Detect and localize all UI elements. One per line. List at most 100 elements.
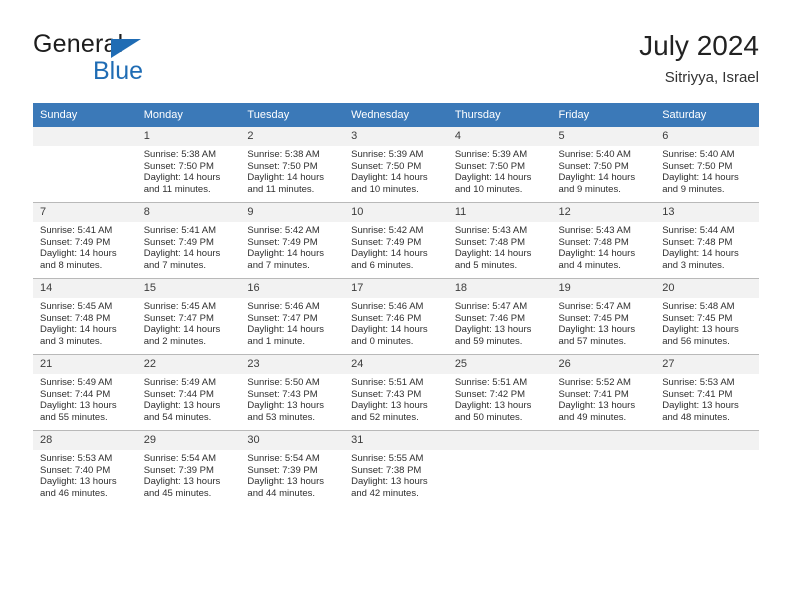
day-details: Sunrise: 5:39 AM Sunset: 7:50 PM Daylight:… [448,146,552,195]
day-cell-inner: 14 Sunrise: 5:45 AM Sunset: 7:48 PM Dayligh… [33,279,137,354]
calendar-day-cell[interactable]: 14 Sunrise: 5:45 AM Sunset: 7:48 PM Dayligh… [33,278,137,355]
sunrise-time: Sunrise: 5:41 AM [143,225,217,236]
sunrise-time: Sunrise: 5:52 AM [558,377,631,388]
day-cell-inner: 10 Sunrise: 5:42 AM Sunset: 7:49 PM Dayligh… [344,203,448,278]
daylight-duration-line2: and 44 minutes. [247,487,316,499]
daylight-duration-line1: Daylight: 13 hours [454,324,532,336]
day-number: 7 [33,203,137,222]
calendar-day-cell[interactable]: 1 Sunrise: 5:38 AM Sunset: 7:50 PM Daylight… [136,127,241,203]
calendar-day-cell[interactable]: 22 Sunrise: 5:49 AM Sunset: 7:44 PM Dayligh… [136,354,241,431]
day-details: Sunrise: 5:38 AM Sunset: 7:50 PM Daylight:… [240,146,344,195]
sunrise-time: Sunrise: 5:42 AM [247,225,320,236]
day-cell-inner: 13 Sunrise: 5:44 AM Sunset: 7:48 PM Dayligh… [655,203,759,278]
calendar-day-cell[interactable]: 25 Sunrise: 5:51 AM Sunset: 7:42 PM Dayligh… [447,354,552,431]
day-cell-inner: 22 Sunrise: 5:49 AM Sunset: 7:44 PM Dayligh… [136,355,241,430]
sunset-time: Sunset: 7:50 PM [662,160,733,172]
calendar-day-cell[interactable]: 8 Sunrise: 5:41 AM Sunset: 7:49 PM Daylight… [136,202,241,279]
sunset-time: Sunset: 7:41 PM [558,388,629,400]
day-cell-inner: 23 Sunrise: 5:50 AM Sunset: 7:43 PM Dayligh… [240,355,345,430]
daylight-duration-line1: Daylight: 14 hours [558,172,636,184]
weekday-header-saturday: Saturday [655,103,759,127]
sunset-time: Sunset: 7:49 PM [247,236,318,248]
sunrise-time: Sunrise: 5:55 AM [351,453,424,464]
daylight-duration-line1: Daylight: 14 hours [247,324,324,336]
sunrise-time: Sunrise: 5:47 AM [558,301,631,312]
calendar-cell-empty [447,430,552,506]
sunrise-time: Sunrise: 5:54 AM [247,453,320,464]
calendar-day-cell[interactable]: 2 Sunrise: 5:38 AM Sunset: 7:50 PM Daylight… [240,127,345,203]
daylight-duration-line2: and 50 minutes. [454,411,523,423]
calendar-day-cell[interactable]: 4 Sunrise: 5:39 AM Sunset: 7:50 PM Daylight… [447,127,552,203]
day-details: Sunrise: 5:41 AM Sunset: 7:49 PM Daylight:… [137,222,241,271]
calendar-day-cell[interactable]: 19 Sunrise: 5:47 AM Sunset: 7:45 PM Dayligh… [551,278,656,355]
calendar-day-cell[interactable]: 28 Sunrise: 5:53 AM Sunset: 7:40 PM Dayligh… [33,430,137,506]
calendar-day-cell[interactable]: 9 Sunrise: 5:42 AM Sunset: 7:49 PM Daylight… [240,202,345,279]
sunset-time: Sunset: 7:42 PM [454,388,526,400]
weekday-header-tuesday: Tuesday [240,103,345,127]
calendar-day-cell[interactable]: 10 Sunrise: 5:42 AM Sunset: 7:49 PM Dayligh… [344,202,448,279]
sunrise-time: Sunrise: 5:48 AM [662,301,735,312]
daylight-duration-line1: Daylight: 14 hours [558,248,636,260]
daylight-duration-line2: and 3 minutes. [662,259,725,271]
day-cell-inner: 5 Sunrise: 5:40 AM Sunset: 7:50 PM Daylight… [551,127,656,202]
calendar-day-cell[interactable]: 13 Sunrise: 5:44 AM Sunset: 7:48 PM Dayligh… [655,202,759,279]
calendar-day-cell[interactable]: 6 Sunrise: 5:40 AM Sunset: 7:50 PM Daylight… [655,127,759,203]
sunrise-time: Sunrise: 5:43 AM [454,225,528,236]
daylight-duration-line1: Daylight: 13 hours [558,324,636,336]
day-number: 26 [551,355,656,374]
day-cell-inner [33,127,137,202]
day-cell-inner: 20 Sunrise: 5:48 AM Sunset: 7:45 PM Dayligh… [655,279,759,354]
sunset-time: Sunset: 7:50 PM [351,160,422,172]
generalblue-logo[interactable]: General Blue [33,30,293,94]
calendar-day-cell[interactable]: 30 Sunrise: 5:54 AM Sunset: 7:39 PM Dayligh… [240,430,345,506]
daylight-duration-line2: and 48 minutes. [662,411,730,423]
calendar-day-cell[interactable]: 11 Sunrise: 5:43 AM Sunset: 7:48 PM Dayligh… [447,202,552,279]
daylight-duration-line2: and 10 minutes. [351,183,419,195]
sunset-time: Sunset: 7:49 PM [40,236,111,248]
day-cell-inner: 15 Sunrise: 5:45 AM Sunset: 7:47 PM Dayligh… [136,279,241,354]
calendar-week-row: 1 Sunrise: 5:38 AM Sunset: 7:50 PM Daylight… [33,127,759,203]
calendar-day-cell[interactable]: 12 Sunrise: 5:43 AM Sunset: 7:48 PM Dayligh… [551,202,656,279]
daylight-duration-line2: and 7 minutes. [143,259,207,271]
day-number: 2 [240,127,345,146]
calendar-day-cell[interactable]: 27 Sunrise: 5:53 AM Sunset: 7:41 PM Dayligh… [655,354,759,431]
day-number: 1 [136,127,241,146]
sunset-time: Sunset: 7:44 PM [40,388,111,400]
sunset-time: Sunset: 7:45 PM [558,312,629,324]
calendar-day-cell[interactable]: 24 Sunrise: 5:51 AM Sunset: 7:43 PM Dayligh… [344,354,448,431]
calendar-day-cell[interactable]: 29 Sunrise: 5:54 AM Sunset: 7:39 PM Dayligh… [136,430,241,506]
sunrise-time: Sunrise: 5:54 AM [143,453,217,464]
daylight-duration-line1: Daylight: 13 hours [662,324,739,336]
daylight-duration-line2: and 42 minutes. [351,487,419,499]
sunrise-time: Sunrise: 5:40 AM [558,149,631,160]
day-details: Sunrise: 5:54 AM Sunset: 7:39 PM Daylight:… [240,450,344,499]
day-number: 16 [240,279,345,298]
sunset-time: Sunset: 7:43 PM [351,388,422,400]
sunrise-time: Sunrise: 5:45 AM [143,301,217,312]
daylight-duration-line1: Daylight: 14 hours [351,172,428,184]
day-cell-inner: 11 Sunrise: 5:43 AM Sunset: 7:48 PM Dayligh… [447,203,552,278]
logo-text-general: General [33,30,124,58]
sunset-time: Sunset: 7:41 PM [662,388,733,400]
day-number: 18 [447,279,552,298]
calendar-day-cell[interactable]: 7 Sunrise: 5:41 AM Sunset: 7:49 PM Daylight… [33,202,137,279]
calendar-day-cell[interactable]: 17 Sunrise: 5:46 AM Sunset: 7:46 PM Dayligh… [344,278,448,355]
calendar-cell-empty [655,430,759,506]
calendar-day-cell[interactable]: 21 Sunrise: 5:49 AM Sunset: 7:44 PM Dayligh… [33,354,137,431]
day-details: Sunrise: 5:53 AM Sunset: 7:41 PM Daylight:… [655,374,759,423]
calendar-day-cell[interactable]: 5 Sunrise: 5:40 AM Sunset: 7:50 PM Daylight… [551,127,656,203]
sunrise-time: Sunrise: 5:39 AM [454,149,528,160]
calendar-day-cell[interactable]: 3 Sunrise: 5:39 AM Sunset: 7:50 PM Daylight… [344,127,448,203]
calendar-day-cell[interactable]: 31 Sunrise: 5:55 AM Sunset: 7:38 PM Dayligh… [344,430,448,506]
calendar-day-cell[interactable]: 18 Sunrise: 5:47 AM Sunset: 7:46 PM Dayligh… [447,278,552,355]
calendar-day-cell[interactable]: 23 Sunrise: 5:50 AM Sunset: 7:43 PM Dayligh… [240,354,345,431]
day-number: 28 [33,431,137,450]
sunrise-time: Sunrise: 5:50 AM [247,377,320,388]
calendar-day-cell[interactable]: 20 Sunrise: 5:48 AM Sunset: 7:45 PM Dayligh… [655,278,759,355]
day-number: 9 [240,203,345,222]
day-details: Sunrise: 5:45 AM Sunset: 7:48 PM Daylight:… [33,298,137,347]
calendar-day-cell[interactable]: 15 Sunrise: 5:45 AM Sunset: 7:47 PM Dayligh… [136,278,241,355]
calendar-day-cell[interactable]: 26 Sunrise: 5:52 AM Sunset: 7:41 PM Dayligh… [551,354,656,431]
weekday-header-wednesday: Wednesday [344,103,448,127]
calendar-day-cell[interactable]: 16 Sunrise: 5:46 AM Sunset: 7:47 PM Dayligh… [240,278,345,355]
